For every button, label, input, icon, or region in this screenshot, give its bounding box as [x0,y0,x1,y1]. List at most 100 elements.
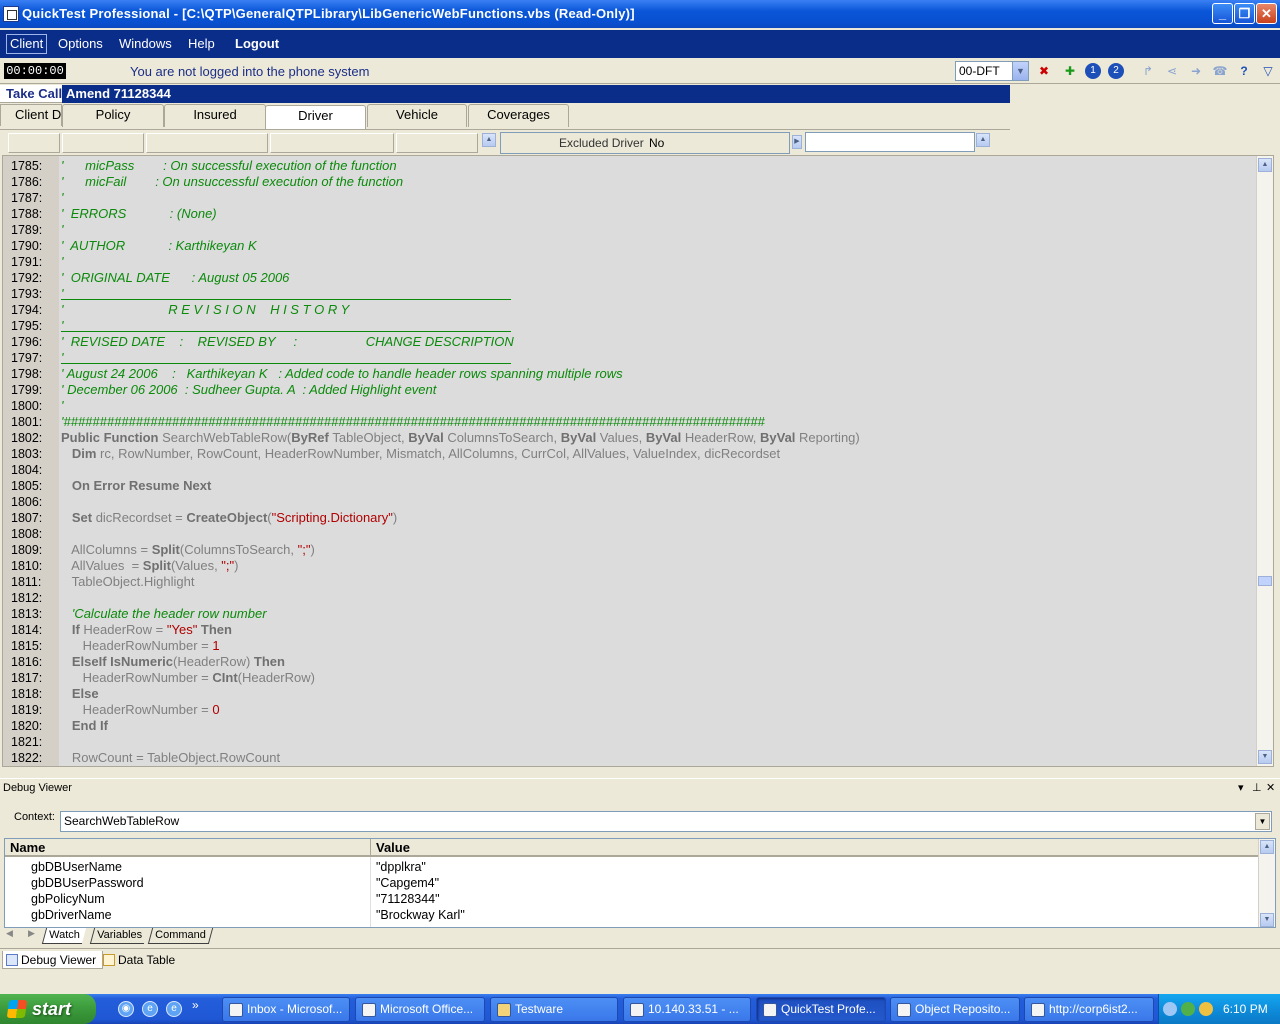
scroll-right-icon[interactable]: ▶ [792,135,802,149]
task-office[interactable]: Microsoft Office... [355,997,485,1022]
code-line[interactable]: ' [61,190,63,206]
code-line[interactable]: '#######################################… [61,414,765,430]
close-button[interactable]: ✕ [1256,3,1277,24]
watch-row-name[interactable]: gbPolicyNum [31,891,105,907]
scroll-up-icon[interactable]: ▲ [482,133,496,147]
code-line[interactable]: ' [61,254,63,270]
hangup-icon[interactable]: ✖ [1036,63,1052,79]
menu-help[interactable]: Help [188,36,215,51]
minimize-button[interactable]: _ [1212,3,1233,24]
code-line[interactable]: ' December 06 2006 : Sudheer Gupta. A : … [61,382,436,398]
conference-icon[interactable]: ⋖ [1164,63,1180,79]
menu-options[interactable]: Options [58,36,103,51]
line-two-icon[interactable]: 2 [1108,63,1124,79]
code-line[interactable]: RowCount = TableObject.RowCount [61,750,280,766]
code-line[interactable]: ' ERRORS : (None) [61,206,217,222]
code-line[interactable]: HeaderRowNumber = CInt(HeaderRow) [61,670,315,686]
code-editor[interactable]: 1785: 1786: 1787: 1788: 1789: 1790: 1791: 1792:… [2,155,1274,767]
code-line[interactable]: ' micPass : On successful execution of t… [61,158,397,174]
alert-icon[interactable] [1199,1002,1213,1016]
code-line[interactable]: HeaderRowNumber = 1 [61,638,220,654]
code-line[interactable]: ' August 24 2006 : Karthikeyan K : Added… [61,366,623,382]
tab-command[interactable]: Command [147,928,213,944]
scroll-down-icon[interactable]: ▼ [1260,913,1274,927]
editor-scrollbar[interactable]: ▲ ▼ [1256,156,1273,766]
tab-variables[interactable]: Variables [89,928,149,944]
filter-icon[interactable]: ▽ [1260,63,1276,79]
code-line[interactable]: If HeaderRow = "Yes" Then [61,622,232,638]
watch-row-name[interactable]: gbDBUserName [31,859,122,875]
tab-insured[interactable]: Insured [164,104,266,127]
station-select[interactable]: 00-DFT ▼ [955,61,1029,81]
code-line[interactable]: Public Function SearchWebTableRow(ByRef … [61,430,860,446]
scroll-thumb[interactable] [1258,576,1272,586]
column-header-name[interactable]: Name [5,839,371,857]
ie-icon[interactable]: e [142,1001,158,1017]
scroll-up-icon[interactable]: ▲ [976,133,990,147]
code-line[interactable]: ' R E V I S I O N H I S T O R Y [61,302,349,318]
watch-row-name[interactable]: gbDBUserPassword [31,875,144,891]
tab-debug-viewer[interactable]: Debug Viewer [2,951,104,969]
code-line[interactable]: ' [61,222,63,238]
tab-scroll-right-icon[interactable]: ▶ [28,928,35,939]
code-line[interactable]: 'Calculate the header row number [61,606,267,622]
task-quicktest[interactable]: QuickTest Profe... [756,997,886,1022]
tab-coverages[interactable]: Coverages [468,104,569,127]
tab-vehicle[interactable]: Vehicle [367,104,467,127]
code-line[interactable]: HeaderRowNumber = 0 [61,702,220,718]
ie-icon[interactable]: e [166,1001,182,1017]
phone-icon[interactable]: ☎ [1212,63,1228,79]
chevron-more-icon[interactable]: » [192,998,199,1012]
tab-watch[interactable]: Watch [41,928,86,944]
restore-button[interactable]: ❐ [1234,3,1255,24]
tray-expand-icon[interactable] [1163,1002,1177,1016]
code-line[interactable]: Else [61,686,99,702]
quicklaunch-icon[interactable]: ◉ [118,1001,134,1017]
watch-scrollbar[interactable]: ▲ ▼ [1258,839,1275,927]
code-line[interactable]: Set dicRecordset = CreateObject("Scripti… [61,510,397,526]
tab-data-table[interactable]: Data Table [100,951,181,969]
code-line[interactable]: Dim rc, RowNumber, RowCount, HeaderRowNu… [61,446,780,462]
watch-row-value[interactable]: "Brockway Karl" [376,907,465,923]
watch-row-value[interactable]: "Capgem4" [376,875,439,891]
chevron-down-icon[interactable]: ▼ [1255,813,1270,830]
chevron-down-icon[interactable]: ▼ [1012,62,1028,80]
menu-windows[interactable]: Windows [119,36,172,51]
task-object-repository[interactable]: Object Reposito... [890,997,1020,1022]
pin-icon[interactable]: ⊥ [1252,779,1262,797]
code-line[interactable]: AllValues = Split(Values, ";") [61,558,238,574]
forward-icon[interactable]: ➜ [1188,63,1204,79]
code-line[interactable]: ' ORIGINAL DATE : August 05 2006 [61,270,289,286]
scroll-up-icon[interactable]: ▲ [1260,840,1274,854]
task-testware[interactable]: Testware [490,997,618,1022]
menu-logout[interactable]: Logout [235,36,279,51]
code-line[interactable]: ' micFail : On unsuccessful execution of… [61,174,403,190]
code-line[interactable]: ' [61,398,63,414]
task-remote[interactable]: 10.140.33.51 - ... [623,997,751,1022]
scroll-down-icon[interactable]: ▼ [1258,750,1272,764]
task-inbox[interactable]: Inbox - Microsof... [222,997,350,1022]
code-line[interactable]: ' AUTHOR : Karthikeyan K [61,238,257,254]
splitter[interactable] [0,768,1280,776]
start-button[interactable]: start [0,994,96,1024]
take-call-tab[interactable]: Take Call [0,85,62,103]
tab-policy[interactable]: Policy [62,104,164,127]
code-line[interactable]: ElseIf IsNumeric(HeaderRow) Then [61,654,285,670]
code-line[interactable]: ' REVISED DATE : REVISED BY : CHANGE DES… [61,334,514,350]
watch-grid[interactable]: Name Value gbDBUserName "dpplkra" gbDBUs… [4,838,1276,928]
task-browser[interactable]: http://corp6ist2... [1024,997,1154,1022]
network-icon[interactable] [1181,1002,1195,1016]
close-icon[interactable]: ✕ [1266,779,1275,797]
line-one-icon[interactable]: 1 [1085,63,1101,79]
code-line[interactable]: On Error Resume Next [61,478,211,494]
scroll-up-icon[interactable]: ▲ [1258,158,1272,172]
help-icon[interactable]: ? [1236,63,1252,79]
accept-icon[interactable]: ✚ [1062,63,1078,79]
tab-driver[interactable]: Driver [265,105,366,129]
code-area[interactable]: ' micPass : On successful execution of t… [59,156,1257,766]
transfer-icon[interactable]: ↱ [1140,63,1156,79]
tab-scroll-left-icon[interactable]: ◀ [6,928,13,939]
code-line[interactable]: End If [61,718,108,734]
watch-row-value[interactable]: "71128344" [376,891,440,907]
context-select[interactable]: SearchWebTableRow ▼ [60,811,1272,832]
